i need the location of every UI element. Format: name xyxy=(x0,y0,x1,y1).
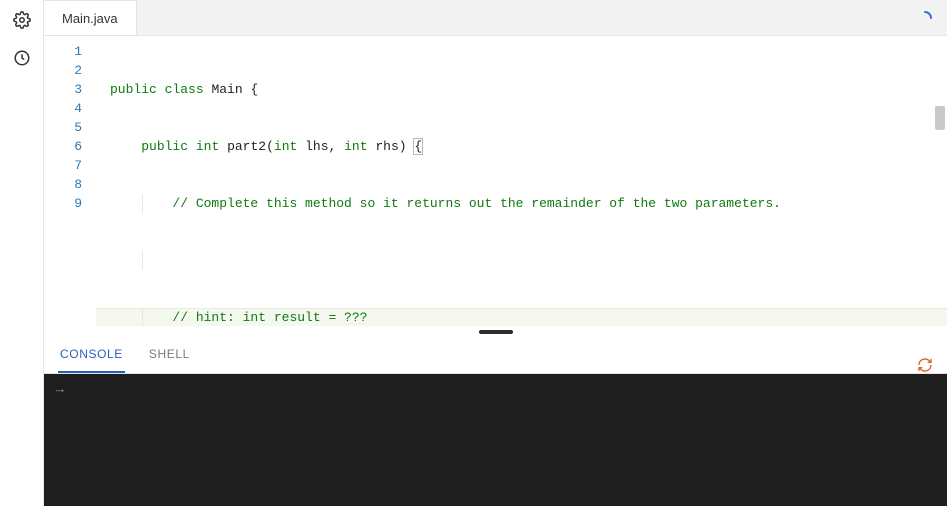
restart-button[interactable] xyxy=(917,357,933,373)
settings-icon[interactable] xyxy=(10,8,34,32)
main-column: Main.java 1 2 3 4 5 6 7 8 9 publi xyxy=(44,0,947,506)
tab-shell[interactable]: SHELL xyxy=(147,338,192,373)
line-number: 2 xyxy=(44,61,96,80)
code-line-current: // hint: int result = ??? xyxy=(96,308,947,326)
line-number: 7 xyxy=(44,156,96,175)
panel-splitter[interactable] xyxy=(44,326,947,338)
code-area[interactable]: public class Main { public int part2(int… xyxy=(96,36,947,326)
line-number: 8 xyxy=(44,175,96,194)
terminal-prompt: → xyxy=(56,382,64,397)
line-number: 9 xyxy=(44,194,96,213)
tabbar-spinner xyxy=(917,0,947,35)
editor-tabbar: Main.java xyxy=(44,0,947,36)
line-number: 5 xyxy=(44,118,96,137)
editor-scrollbar[interactable] xyxy=(935,106,945,130)
panel-tab-label: SHELL xyxy=(149,347,190,361)
code-line: public int part2(int lhs, int rhs) { xyxy=(96,137,947,156)
terminal-output[interactable]: → xyxy=(44,374,947,506)
line-number: 4 xyxy=(44,99,96,118)
line-number: 3 xyxy=(44,80,96,99)
tab-main-java[interactable]: Main.java xyxy=(44,0,137,35)
code-line xyxy=(96,251,947,270)
tab-console[interactable]: CONSOLE xyxy=(58,338,125,373)
panel-tab-label: CONSOLE xyxy=(60,347,123,361)
tab-label: Main.java xyxy=(62,11,118,26)
splitter-handle-icon xyxy=(479,330,513,334)
line-number: 1 xyxy=(44,42,96,61)
code-line: // Complete this method so it returns ou… xyxy=(96,194,947,213)
panel-tabbar: CONSOLE SHELL xyxy=(44,338,947,374)
code-editor[interactable]: 1 2 3 4 5 6 7 8 9 public class Main { pu… xyxy=(44,36,947,326)
line-number: 6 xyxy=(44,137,96,156)
line-gutter: 1 2 3 4 5 6 7 8 9 xyxy=(44,36,96,326)
app-root: Main.java 1 2 3 4 5 6 7 8 9 publi xyxy=(0,0,947,506)
left-rail xyxy=(0,0,44,506)
code-line: public class Main { xyxy=(96,80,947,99)
history-icon[interactable] xyxy=(10,46,34,70)
